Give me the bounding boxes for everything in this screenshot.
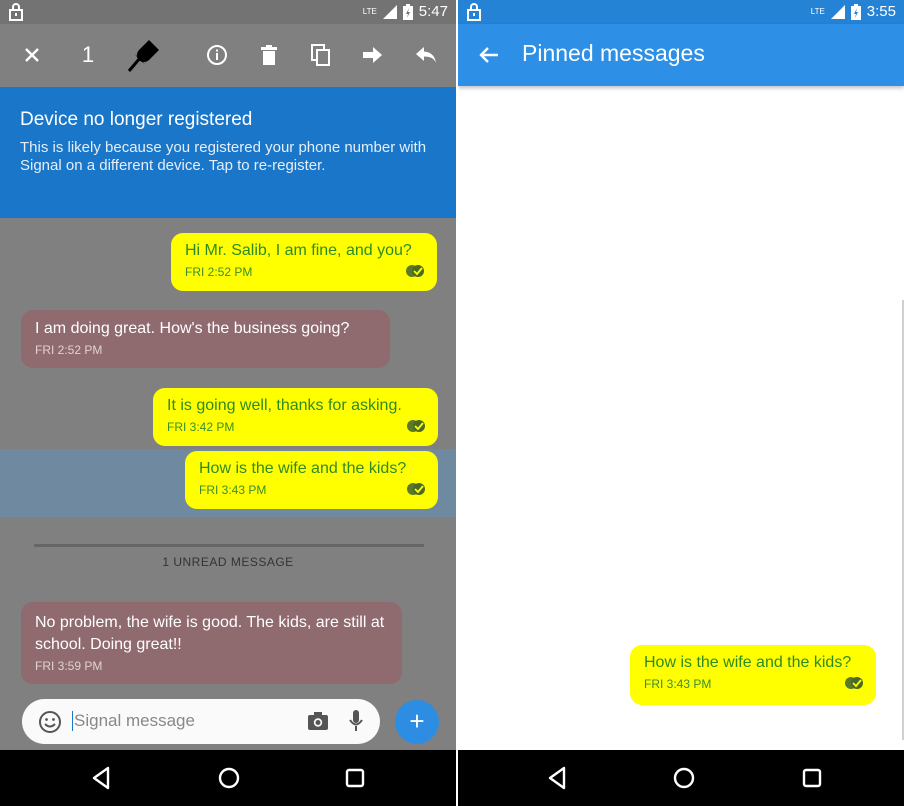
message-text: It is going well, thanks for asking.	[167, 397, 402, 414]
message-text: I am doing great. How's the business goi…	[35, 320, 350, 337]
arrow-right-icon	[363, 47, 382, 63]
message-time: FRI 3:42 PM	[167, 420, 235, 434]
message-bubble-outgoing[interactable]: How is the wife and the kids? FRI 3:43 P…	[185, 451, 438, 509]
banner-text: This is likely because you registered yo…	[20, 139, 427, 174]
message-time: FRI 2:52 PM	[185, 265, 253, 279]
message-bubble-incoming[interactable]: No problem, the wife is good. The kids, …	[21, 602, 402, 684]
close-icon	[25, 48, 39, 62]
message-bubble-outgoing[interactable]: It is going well, thanks for asking. FRI…	[153, 388, 438, 446]
delete-button[interactable]	[258, 38, 280, 72]
microphone-icon[interactable]	[348, 709, 364, 733]
copy-icon	[311, 44, 330, 66]
banner-title: Device no longer registered	[20, 109, 253, 130]
close-selection-button[interactable]	[18, 38, 46, 72]
message-input[interactable]: Signal message	[72, 711, 195, 731]
copy-button[interactable]	[308, 38, 334, 72]
system-nav-bar	[0, 750, 456, 806]
read-receipt-icon	[406, 265, 424, 277]
reply-icon	[416, 47, 436, 63]
app-bar: Pinned messages	[458, 24, 904, 86]
network-label: LTE	[810, 7, 825, 16]
message-time: FRI 3:43 PM	[644, 677, 712, 691]
lock-icon	[9, 3, 23, 21]
selection-action-bar: 1	[0, 24, 456, 87]
unread-label: 1 UNREAD MESSAGE	[162, 555, 294, 569]
message-time: FRI 2:52 PM	[35, 343, 103, 357]
back-triangle-icon[interactable]	[88, 764, 116, 792]
reply-button[interactable]	[412, 38, 440, 72]
read-receipt-icon	[845, 677, 863, 689]
message-text: No problem, the wife is good. The kids, …	[35, 614, 385, 653]
read-receipt-icon	[407, 420, 425, 432]
recents-square-icon[interactable]	[341, 764, 369, 792]
system-nav-bar	[458, 750, 904, 806]
message-time: FRI 3:59 PM	[35, 659, 103, 673]
forward-button[interactable]	[360, 38, 386, 72]
recents-square-icon[interactable]	[798, 764, 826, 792]
lock-icon	[467, 3, 481, 21]
read-receipt-icon	[407, 483, 425, 495]
back-triangle-icon[interactable]	[544, 764, 572, 792]
back-arrow-icon[interactable]	[476, 42, 502, 68]
battery-icon	[850, 3, 861, 20]
attach-button[interactable]: +	[395, 700, 439, 744]
reregister-banner[interactable]: Device no longer registered This is like…	[0, 87, 456, 218]
selected-count: 1	[81, 42, 95, 67]
trash-icon	[261, 45, 277, 65]
status-bar: LTE 3:55	[458, 0, 904, 24]
pinned-message-bubble[interactable]: How is the wife and the kids? FRI 3:43 P…	[630, 645, 876, 705]
message-text: How is the wife and the kids?	[644, 654, 852, 671]
signal-icon	[382, 4, 397, 19]
message-time: FRI 3:43 PM	[199, 483, 267, 497]
message-bubble-incoming[interactable]: I am doing great. How's the business goi…	[21, 310, 390, 368]
info-icon	[207, 45, 227, 65]
status-bar: LTE 5:47	[0, 0, 456, 24]
network-label: LTE	[362, 7, 377, 16]
page-title: Pinned messages	[522, 40, 705, 66]
battery-icon	[402, 3, 413, 20]
compose-field[interactable]: Signal message	[22, 699, 380, 744]
conversation-screen: LTE 5:47 1 Device no longer registered T…	[0, 0, 456, 806]
pushpin-icon	[127, 40, 159, 72]
clock: 3:55	[866, 3, 896, 20]
camera-icon[interactable]	[307, 711, 329, 731]
unread-divider	[34, 544, 424, 547]
message-bubble-outgoing[interactable]: Hi Mr. Salib, I am fine, and you? FRI 2:…	[171, 233, 437, 291]
info-button[interactable]	[204, 38, 230, 72]
message-text: How is the wife and the kids?	[199, 460, 407, 477]
home-circle-icon[interactable]	[670, 764, 698, 792]
clock: 5:47	[418, 3, 448, 20]
emoji-icon[interactable]	[38, 710, 62, 734]
pinned-messages-screen: LTE 3:55 Pinned messages How is the wife…	[458, 0, 904, 806]
signal-icon	[830, 4, 845, 19]
home-circle-icon[interactable]	[215, 764, 243, 792]
pin-button[interactable]	[124, 38, 164, 72]
message-text: Hi Mr. Salib, I am fine, and you?	[185, 242, 412, 259]
